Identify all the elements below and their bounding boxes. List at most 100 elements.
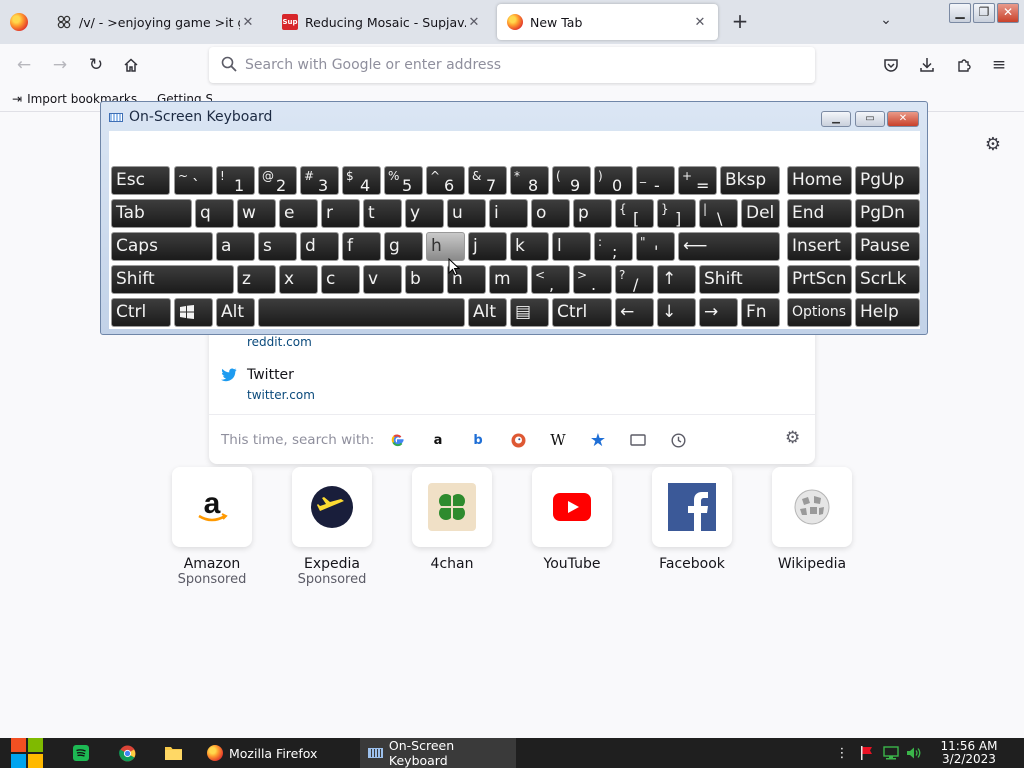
top-site-amazon[interactable]: a Amazon Sponsored [172, 467, 252, 587]
key-d[interactable]: d [300, 232, 339, 261]
new-tab-button[interactable]: + [728, 10, 752, 34]
key-pause[interactable]: Pause [855, 232, 920, 261]
key-backspace[interactable]: Bksp [720, 166, 780, 195]
tab-close-icon[interactable]: ✕ [692, 14, 708, 30]
key-pgup[interactable]: PgUp [855, 166, 920, 195]
key-right-bracket[interactable]: }] [657, 199, 696, 228]
maximize-button[interactable]: ❐ [973, 3, 995, 23]
search-settings-gear-icon[interactable]: ⚙ [785, 428, 800, 448]
key-backslash[interactable]: | \ [699, 199, 738, 228]
url-bar[interactable] [209, 47, 815, 83]
key-0[interactable]: ) 0 [594, 166, 633, 195]
volume-icon[interactable] [905, 745, 923, 761]
key-y[interactable]: y [405, 199, 444, 228]
key-2[interactable]: @2 [258, 166, 297, 195]
menu-hamburger-icon[interactable]: ≡ [987, 53, 1011, 77]
tray-overflow-icon[interactable]: ⋮ [836, 745, 849, 761]
top-site-facebook[interactable]: Facebook [652, 467, 732, 572]
key-t[interactable]: t [363, 199, 402, 228]
key-shift-left[interactable]: Shift [111, 265, 234, 294]
key-s[interactable]: s [258, 232, 297, 261]
top-site-wikipedia[interactable]: Wikipedia [772, 467, 852, 572]
downloads-icon[interactable] [915, 53, 939, 77]
list-all-tabs-button[interactable]: ⌄ [876, 12, 896, 32]
google-icon[interactable] [387, 429, 409, 451]
key-1[interactable]: ! 1 [216, 166, 255, 195]
osk-minimize-button[interactable]: ▁ [821, 111, 851, 127]
key-left-bracket[interactable]: {[ [615, 199, 654, 228]
key-comma[interactable]: <, [531, 265, 570, 294]
key-u[interactable]: u [447, 199, 486, 228]
tab-close-icon[interactable]: ✕ [466, 14, 482, 30]
key-options[interactable]: Options [787, 298, 852, 327]
bing-icon[interactable]: b [467, 429, 489, 451]
taskbar-on-screen-keyboard[interactable]: On-Screen Keyboard [360, 738, 516, 768]
key-down-arrow[interactable]: ↓ [657, 298, 696, 327]
key-8[interactable]: * 8 [510, 166, 549, 195]
osk-restore-button[interactable]: ▭ [855, 111, 885, 127]
key-b[interactable]: b [405, 265, 444, 294]
search-input[interactable] [245, 53, 795, 77]
key-r[interactable]: r [321, 199, 360, 228]
key-alt-right[interactable]: Alt [468, 298, 507, 327]
suggestion-url[interactable]: reddit.com [247, 335, 312, 349]
reload-icon[interactable]: ↻ [84, 53, 108, 77]
key-v[interactable]: v [363, 265, 402, 294]
key-9[interactable]: (9 [552, 166, 591, 195]
top-site-youtube[interactable]: YouTube [532, 467, 612, 572]
key-quote[interactable]: " ' [636, 232, 675, 261]
top-site-expedia[interactable]: Expedia Sponsored [292, 467, 372, 587]
osk-close-button[interactable]: ✕ [887, 111, 919, 127]
chrome-icon[interactable] [117, 743, 137, 763]
key-tab[interactable]: Tab [111, 199, 192, 228]
duckduckgo-icon[interactable] [507, 429, 529, 451]
key-i[interactable]: i [489, 199, 528, 228]
key-scrlk[interactable]: ScrLk [855, 265, 920, 294]
key-shift-right[interactable]: Shift [699, 265, 780, 294]
bookmarks-star-icon[interactable]: ★ [587, 429, 609, 451]
home-icon[interactable] [119, 53, 143, 77]
key-q[interactable]: q [195, 199, 234, 228]
key-p[interactable]: p [573, 199, 612, 228]
key-a[interactable]: a [216, 232, 255, 261]
personalize-gear-icon[interactable]: ⚙ [983, 134, 1003, 155]
key-3[interactable]: #3 [300, 166, 339, 195]
key-4[interactable]: $4 [342, 166, 381, 195]
clock[interactable]: 11:56 AM 3/2/2023 [936, 740, 1002, 766]
forward-arrow-icon[interactable]: → [48, 53, 72, 77]
tab-close-icon[interactable]: ✕ [240, 14, 256, 30]
tab-new-tab[interactable]: New Tab ✕ [497, 4, 718, 40]
key-j[interactable]: j [468, 232, 507, 261]
tabs-icon[interactable] [627, 429, 649, 451]
tab-4chan[interactable]: /v/ - >enjoying game >it gets a ✕ [46, 4, 266, 40]
spotify-icon[interactable] [71, 743, 91, 763]
key-prtscn[interactable]: PrtScn [787, 265, 852, 294]
tab-supjav[interactable]: Sup Reducing Mosaic - Supjav.com ✕ [272, 4, 492, 40]
back-arrow-icon[interactable]: ← [12, 53, 36, 77]
key-tilde[interactable]: ~ ` [174, 166, 213, 195]
key-5[interactable]: % 5 [384, 166, 423, 195]
key-z[interactable]: z [237, 265, 276, 294]
history-clock-icon[interactable] [667, 429, 689, 451]
key-ctrl-right[interactable]: Ctrl [552, 298, 612, 327]
key-minus[interactable]: _ - [636, 166, 675, 195]
key-help[interactable]: Help [855, 298, 920, 327]
network-icon[interactable] [882, 745, 900, 761]
flag-icon[interactable] [858, 745, 876, 761]
suggestion-title[interactable]: Twitter [247, 367, 294, 383]
key-end[interactable]: End [787, 199, 852, 228]
suggestion-url[interactable]: twitter.com [247, 388, 315, 402]
key-home[interactable]: Home [787, 166, 852, 195]
extensions-icon[interactable] [952, 53, 976, 77]
key-period[interactable]: >. [573, 265, 612, 294]
taskbar-firefox[interactable]: Mozilla Firefox [199, 738, 355, 768]
key-m[interactable]: m [489, 265, 528, 294]
key-o[interactable]: o [531, 199, 570, 228]
minimize-button[interactable]: ▁ [949, 3, 971, 23]
key-insert[interactable]: Insert [787, 232, 852, 261]
key-semicolon[interactable]: :; [594, 232, 633, 261]
key-c[interactable]: c [321, 265, 360, 294]
key-fn[interactable]: Fn [741, 298, 780, 327]
key-g[interactable]: g [384, 232, 423, 261]
key-7[interactable]: & 7 [468, 166, 507, 195]
